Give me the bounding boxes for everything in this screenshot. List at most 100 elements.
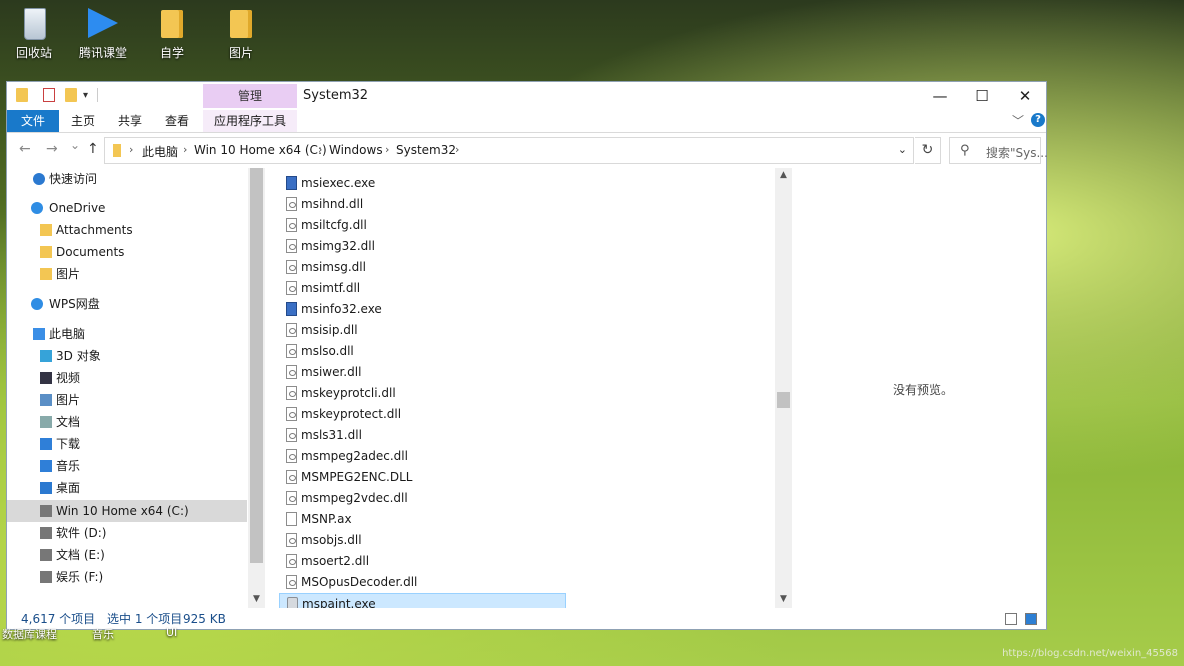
nav-item[interactable]: 桌面: [7, 477, 247, 499]
nav-item-label: 音乐: [56, 459, 81, 473]
nav-item[interactable]: Attachments: [7, 219, 247, 241]
taskstrip-label: 数据库课程: [2, 628, 57, 641]
dll-file-icon: [286, 323, 297, 337]
customize-quick-access-icon[interactable]: ▾: [83, 90, 88, 101]
window-title: System32: [303, 88, 369, 103]
breadcrumb-drive-c[interactable]: Win 10 Home x64 (C:): [194, 143, 327, 157]
search-input[interactable]: ⚲ 搜索"Sys...: [949, 137, 1048, 164]
tab-home[interactable]: 主页: [63, 110, 103, 132]
nav-item[interactable]: 娱乐 (F:): [7, 566, 247, 588]
nav-item[interactable]: 快速访问: [7, 168, 247, 190]
video-icon: [40, 372, 52, 384]
desktop-icon-zixue[interactable]: 自学: [140, 6, 204, 61]
scroll-down-icon[interactable]: ▼: [248, 594, 265, 604]
file-row[interactable]: msobjs.dll: [279, 530, 566, 551]
file-row[interactable]: msmpeg2vdec.dll: [279, 488, 566, 509]
file-row[interactable]: MSNP.ax: [279, 509, 566, 530]
address-bar[interactable]: › 此电脑 › Win 10 Home x64 (C:) › Windows ›…: [104, 137, 914, 164]
file-name: msmpeg2adec.dll: [301, 449, 408, 463]
scroll-up-icon[interactable]: ▲: [775, 170, 792, 180]
properties-icon[interactable]: [43, 88, 55, 102]
dll-file-icon: [286, 533, 297, 547]
close-button[interactable]: ✕: [1003, 82, 1047, 110]
file-row[interactable]: msimtf.dll: [279, 278, 566, 299]
chevron-right-icon[interactable]: ›: [183, 143, 187, 156]
help-icon[interactable]: ?: [1031, 113, 1045, 127]
details-view-icon[interactable]: [1005, 613, 1017, 625]
scroll-down-icon[interactable]: ▼: [775, 594, 792, 604]
star-icon: [33, 173, 45, 185]
nav-item[interactable]: 3D 对象: [7, 345, 247, 367]
chevron-right-icon[interactable]: ›: [318, 143, 322, 156]
file-row[interactable]: msiltcfg.dll: [279, 215, 566, 236]
file-row[interactable]: msiexec.exe: [279, 173, 566, 194]
file-row[interactable]: msiwer.dll: [279, 362, 566, 383]
file-row[interactable]: msimsg.dll: [279, 257, 566, 278]
file-row[interactable]: msinfo32.exe: [279, 299, 566, 320]
file-row[interactable]: mslso.dll: [279, 341, 566, 362]
new-folder-icon[interactable]: [65, 88, 77, 102]
tab-app-tools[interactable]: 应用程序工具: [203, 110, 297, 132]
breadcrumb-system32[interactable]: System32: [396, 143, 456, 157]
no-preview-text: 没有预览。: [893, 383, 954, 397]
maximize-button[interactable]: ☐: [960, 82, 1004, 110]
desktop-icon-recycle-bin[interactable]: 回收站: [2, 6, 66, 61]
file-row[interactable]: mskeyprotect.dll: [279, 404, 566, 425]
chevron-right-icon[interactable]: ›: [455, 143, 459, 156]
nav-item[interactable]: Documents: [7, 241, 247, 263]
quick-access-folder-icon[interactable]: [16, 88, 28, 102]
exe-file-icon: [286, 176, 297, 190]
file-row[interactable]: MSMPEG2ENC.DLL: [279, 467, 566, 488]
nav-item[interactable]: 此电脑: [7, 323, 247, 345]
chevron-right-icon[interactable]: ›: [129, 143, 133, 156]
file-name: MSNP.ax: [301, 512, 352, 526]
nav-item[interactable]: WPS网盘: [7, 293, 247, 315]
tab-manage[interactable]: 管理: [203, 84, 297, 108]
nav-item[interactable]: 音乐: [7, 455, 247, 477]
minimize-button[interactable]: —: [918, 82, 962, 110]
file-row[interactable]: msoert2.dll: [279, 551, 566, 572]
nav-item[interactable]: Win 10 Home x64 (C:): [7, 500, 247, 522]
file-row[interactable]: msmpeg2adec.dll: [279, 446, 566, 467]
up-button[interactable]: ↑: [87, 141, 99, 157]
file-row[interactable]: msimg32.dll: [279, 236, 566, 257]
nav-item[interactable]: 图片: [7, 389, 247, 411]
recent-locations-chevron-icon[interactable]: ⌄: [70, 138, 80, 152]
nav-item[interactable]: 文档: [7, 411, 247, 433]
nav-scrollbar-thumb[interactable]: [250, 168, 263, 563]
nav-item[interactable]: 图片: [7, 263, 247, 285]
back-button[interactable]: ←: [19, 141, 31, 157]
tab-share[interactable]: 共享: [110, 110, 150, 132]
file-list-scrollbar[interactable]: ▲ ▼: [775, 168, 792, 608]
refresh-button[interactable]: ↻: [915, 137, 941, 164]
file-row[interactable]: mspaint.exe: [279, 593, 566, 608]
file-row[interactable]: msisip.dll: [279, 320, 566, 341]
nav-item[interactable]: 视频: [7, 367, 247, 389]
forward-button[interactable]: →: [46, 141, 58, 157]
tab-view[interactable]: 查看: [157, 110, 197, 132]
chevron-right-icon[interactable]: ›: [385, 143, 389, 156]
expand-ribbon-chevron-icon[interactable]: ﹀: [1012, 112, 1024, 129]
file-row[interactable]: msihnd.dll: [279, 194, 566, 215]
folder-icon: [224, 6, 258, 40]
address-history-chevron-icon[interactable]: ⌄: [898, 143, 907, 156]
desktop-icon-tencent-classroom[interactable]: 腾讯课堂: [71, 6, 135, 61]
nav-item-label: 软件 (D:): [56, 526, 107, 540]
nav-item[interactable]: 下载: [7, 433, 247, 455]
nav-item-label: WPS网盘: [49, 297, 100, 311]
file-row[interactable]: MSOpusDecoder.dll: [279, 572, 566, 593]
tab-file[interactable]: 文件: [7, 110, 59, 132]
file-list-scrollbar-thumb[interactable]: [777, 392, 790, 408]
nav-item[interactable]: 文档 (E:): [7, 544, 247, 566]
cloud-icon: [31, 202, 43, 214]
breadcrumb-windows[interactable]: Windows: [329, 143, 383, 157]
nav-scrollbar[interactable]: ▼: [248, 168, 265, 608]
breadcrumb-this-pc[interactable]: 此电脑: [142, 143, 178, 160]
desktop-icon-pictures[interactable]: 图片: [209, 6, 273, 61]
file-row[interactable]: mskeyprotcli.dll: [279, 383, 566, 404]
dll-file-icon: [286, 260, 297, 274]
nav-item[interactable]: 软件 (D:): [7, 522, 247, 544]
large-icons-view-icon[interactable]: [1025, 613, 1037, 625]
file-row[interactable]: msls31.dll: [279, 425, 566, 446]
nav-item[interactable]: OneDrive: [7, 197, 247, 219]
